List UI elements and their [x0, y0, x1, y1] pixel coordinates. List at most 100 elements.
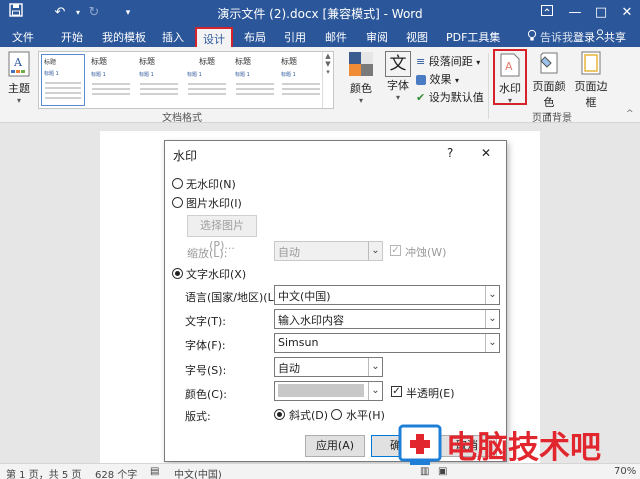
watermark-button[interactable]: A 水印 ▾	[493, 49, 527, 105]
horizontal-label[interactable]: 水平(H)	[346, 407, 385, 423]
tab-insert[interactable]: 插入	[162, 29, 184, 45]
thumb-heading: 标题 1	[44, 71, 59, 77]
gallery-scroll[interactable]: ▲ ▼ ▾	[322, 52, 333, 108]
ribbon-separator	[488, 53, 489, 119]
set-as-default-button[interactable]: ✔ 设为默认值	[416, 89, 484, 105]
help-button[interactable]: ?	[447, 146, 453, 160]
close-button[interactable]: ✕	[616, 2, 638, 24]
chevron-down-icon: ⌄	[485, 286, 499, 304]
tab-file[interactable]: 文件	[12, 29, 34, 45]
watermark-label: 水印	[499, 82, 521, 95]
no-watermark-label[interactable]: 无水印(N)	[186, 176, 236, 192]
picture-watermark-label[interactable]: 图片水印(I)	[186, 195, 242, 211]
layout-label: 版式:	[185, 410, 211, 423]
apply-button[interactable]: 应用(A)	[305, 435, 365, 457]
themes-button[interactable]: A 主题 ▾	[4, 51, 34, 105]
text-watermark-radio[interactable]	[172, 268, 183, 279]
tab-review[interactable]: 审阅	[366, 29, 388, 45]
size-select[interactable]: 自动 ⌄	[274, 357, 383, 377]
font-select[interactable]: Simsun ⌄	[274, 333, 500, 353]
diagonal-radio[interactable]	[274, 409, 285, 420]
page-border-icon	[571, 51, 611, 78]
tab-layout[interactable]: 布局	[244, 29, 266, 45]
chevron-down-icon: ⌄	[485, 310, 499, 328]
font-value: Simsun	[278, 336, 319, 349]
tab-references[interactable]: 引用	[284, 29, 306, 45]
no-watermark-radio[interactable]	[172, 178, 183, 189]
thumb-heading: 标题 1	[139, 72, 154, 78]
language-status[interactable]: 中文(中国)	[174, 466, 222, 479]
style-set-gallery: 标题 标题 1 标题 标题 1 标题 标题 1 标题 标题 1 标题 标题 1 …	[38, 51, 334, 109]
picture-watermark-radio[interactable]	[172, 197, 183, 208]
share-button[interactable]: 共享	[604, 29, 626, 45]
chevron-down-icon: ⌄	[368, 242, 382, 260]
page-border-button[interactable]: 页面边框	[571, 51, 611, 110]
effects-label: 效果	[429, 73, 452, 86]
fonts-button[interactable]: 文 字体 ▾	[383, 51, 413, 102]
title-bar: ↶ ▾ ↻ ▾ 演示文件 (2).docx [兼容模式] - Word — □ …	[0, 0, 640, 26]
colors-button[interactable]: 颜色 ▾	[345, 51, 377, 105]
thumb-heading: 标题 1	[281, 72, 296, 78]
chevron-down-icon: ▾	[395, 93, 400, 102]
color-select[interactable]: ⌄	[274, 381, 383, 401]
select-picture-button[interactable]: 选择图片(P)...	[187, 215, 257, 252]
washout-checkbox[interactable]: ✓	[390, 245, 401, 256]
watermark-text-input[interactable]: 输入水印内容 ⌄	[274, 309, 500, 329]
word-count[interactable]: 628 个字	[95, 466, 137, 479]
watermark-icon: A	[495, 53, 525, 80]
proofing-icon[interactable]: ▤	[150, 466, 159, 477]
chevron-down-icon: ▾	[507, 96, 512, 105]
style-set-thumb[interactable]: 标题 标题 1	[279, 54, 323, 106]
thumb-title: 标题	[44, 59, 57, 66]
effects-button[interactable]: 效果 ▾	[416, 71, 459, 87]
text-watermark-label[interactable]: 文字水印(X)	[186, 266, 246, 282]
fonts-label: 字体	[387, 79, 409, 92]
size-label: 字号(S):	[185, 364, 227, 377]
paragraph-spacing-button[interactable]: ≡ 段落间距 ▾	[416, 53, 480, 69]
set-default-label: 设为默认值	[428, 91, 484, 104]
themes-icon: A	[4, 51, 34, 80]
style-set-thumb[interactable]: 标题 标题 1	[137, 54, 181, 106]
tab-design[interactable]: 设计	[195, 27, 233, 47]
page-background-group-label: 页面背景	[532, 113, 572, 124]
ribbon-display-icon[interactable]	[536, 2, 558, 24]
collapse-ribbon-icon[interactable]: ^	[626, 109, 634, 119]
themes-label: 主题	[8, 82, 30, 95]
tab-home[interactable]: 开始	[61, 29, 83, 45]
maximize-button[interactable]: □	[590, 2, 612, 24]
color-swatch	[278, 384, 364, 397]
scale-select[interactable]: 自动 ⌄	[274, 241, 383, 261]
ribbon-tabs: 文件 开始 我的模板 插入 设计 布局 引用 邮件 审阅 视图 PDF工具集 告…	[0, 26, 640, 47]
login-link[interactable]: 登录	[573, 29, 595, 45]
ribbon: A 主题 ▾ 标题 标题 1 标题 标题 1 标题 标题 1 标题 标题 1 标…	[0, 47, 640, 124]
thumb-title: 标题	[91, 57, 107, 66]
page-color-label: 页面颜色	[532, 80, 566, 109]
effects-icon	[416, 75, 426, 85]
paragraph-spacing-label: 段落间距	[428, 55, 473, 68]
tab-my-templates[interactable]: 我的模板	[102, 29, 146, 45]
svg-text:A: A	[505, 60, 513, 73]
language-select[interactable]: 中文(中国) ⌄	[274, 285, 500, 305]
semitransparent-label[interactable]: 半透明(E)	[406, 385, 455, 401]
chevron-down-icon: ▾	[358, 96, 363, 105]
horizontal-radio[interactable]	[331, 409, 342, 420]
thumb-title: 标题	[139, 57, 155, 66]
dialog-close-button[interactable]: ✕	[481, 146, 491, 160]
tab-pdf-tools[interactable]: PDF工具集	[446, 29, 500, 45]
semitransparent-checkbox[interactable]: ✓	[391, 386, 402, 397]
diagonal-label[interactable]: 斜式(D)	[289, 407, 328, 423]
page-count[interactable]: 第 1 页，共 5 页	[6, 466, 81, 479]
style-set-thumb[interactable]: 标题 标题 1	[185, 54, 229, 106]
thumb-title: 标题	[281, 57, 297, 66]
tab-view[interactable]: 视图	[406, 29, 428, 45]
minimize-button[interactable]: —	[564, 2, 586, 24]
language-value: 中文(中国)	[278, 290, 331, 303]
style-set-thumb[interactable]: 标题 标题 1	[89, 54, 133, 106]
color-label: 颜色(C):	[185, 388, 227, 401]
fonts-icon: 文	[385, 51, 411, 77]
logo-text: 电脑技术吧	[446, 430, 601, 466]
style-set-thumb[interactable]: 标题 标题 1	[41, 54, 85, 106]
tab-mailings[interactable]: 邮件	[325, 29, 347, 45]
scale-label: 缩放(L):	[187, 247, 228, 260]
style-set-thumb[interactable]: 标题 标题 1	[233, 54, 277, 106]
